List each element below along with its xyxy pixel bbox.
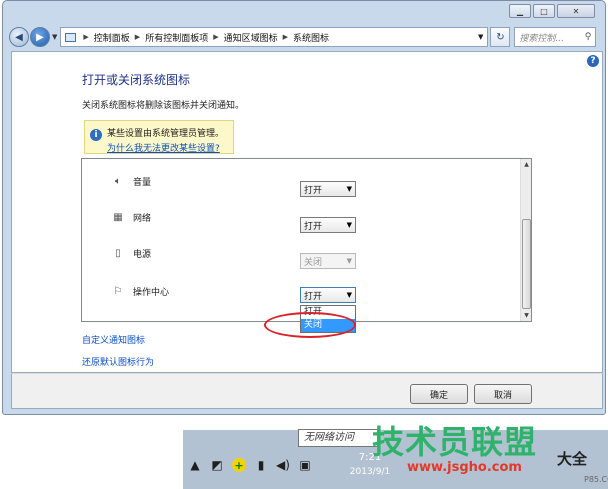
chevron-down-icon: ▼ <box>346 185 352 193</box>
list-item-label: 电源 <box>133 249 152 260</box>
display-icon[interactable]: ◩ <box>210 458 224 472</box>
address-row: ◀ ▶ ▼ ▶ 控制面板 ▶ 所有控制面板项 ▶ 通知区域图标 ▶ 系统图标 ▼… <box>9 26 601 48</box>
search-placeholder: 搜索控制... <box>519 33 564 44</box>
list-item-label: 网络 <box>133 213 152 224</box>
breadcrumb-item-control-panel[interactable]: 控制面板 <box>94 31 130 44</box>
watermark-brand: 技术员联盟 <box>372 423 538 461</box>
page-title: 打开或关闭系统图标 <box>82 73 191 87</box>
volume-behavior-select[interactable]: 打开 ▼ <box>300 181 356 197</box>
forward-button[interactable]: ▶ <box>30 27 50 47</box>
control-panel-window: ▁ □ ✕ ◀ ▶ ▼ ▶ 控制面板 ▶ 所有控制面板项 ▶ 通知区域图标 ▶ … <box>2 0 606 415</box>
list-item-label: 音量 <box>133 177 152 188</box>
network-icon[interactable]: ▣ <box>298 458 312 472</box>
control-panel-icon <box>65 32 77 42</box>
network-tooltip: 无网络访问 <box>298 429 378 447</box>
watermark-url: www.jsgho.com <box>407 460 522 475</box>
action-center-behavior-select[interactable]: 打开 ▼ <box>300 287 356 303</box>
power-behavior-select: 关闭 ▼ <box>300 253 356 269</box>
list-item-action-center: ⚐ 操作中心 <box>111 283 170 299</box>
list-item-volume: 🔈︎ 音量 <box>111 173 151 189</box>
system-icons-list: 🔈︎ 音量 打开 ▼ ▦ 网络 打开 ▼ ▯ 电源 关闭 ▼ ⚐ 操作中心 打开… <box>81 158 532 333</box>
volume-icon[interactable]: ◀) <box>276 458 290 472</box>
list-item-label: 操作中心 <box>133 287 170 298</box>
breadcrumb[interactable]: ▶ 控制面板 ▶ 所有控制面板项 ▶ 通知区域图标 ▶ 系统图标 ▼ <box>60 27 489 47</box>
scrollbar-thumb[interactable] <box>522 219 531 309</box>
network-icon: ▦ <box>113 211 123 223</box>
button-bar: 确定 取消 <box>11 373 603 409</box>
address-history-chevron-icon[interactable]: ▼ <box>478 33 483 41</box>
arrow-right-icon: ▶ <box>36 31 44 43</box>
power-icon: ▯ <box>115 247 121 259</box>
admin-notice: i 某些设置由系统管理员管理。 为什么我无法更改某些设置? <box>84 120 234 154</box>
select-value: 打开 <box>304 185 323 196</box>
arrow-left-icon: ◀ <box>15 31 23 43</box>
security-icon[interactable]: + <box>232 458 246 472</box>
select-value: 打开 <box>304 291 323 302</box>
flag-icon: ⚐ <box>113 285 123 297</box>
chevron-down-icon: ▼ <box>346 257 352 265</box>
breadcrumb-separator-icon[interactable]: ▶ <box>83 33 88 41</box>
restore-default-behavior-link[interactable]: 还原默认图标行为 <box>82 355 154 368</box>
notice-text: 某些设置由系统管理员管理。 <box>107 129 225 139</box>
show-hidden-icons-icon[interactable]: ▲ <box>188 458 202 472</box>
breadcrumb-item-system-icons[interactable]: 系统图标 <box>293 31 329 44</box>
caption-buttons: ▁ □ ✕ <box>509 4 595 18</box>
list-scrollbar[interactable]: ▲ ▼ <box>520 159 531 321</box>
help-icon[interactable]: ? <box>587 55 599 67</box>
breadcrumb-separator-icon[interactable]: ▶ <box>283 33 288 41</box>
scroll-up-icon[interactable]: ▲ <box>521 159 532 170</box>
network-behavior-select[interactable]: 打开 ▼ <box>300 217 356 233</box>
maximize-button[interactable]: □ <box>533 4 555 18</box>
annotation-ellipse <box>264 312 356 338</box>
breadcrumb-item-all-items[interactable]: 所有控制面板项 <box>145 31 208 44</box>
refresh-icon: ↻ <box>496 31 505 43</box>
notification-tray: ▲ ◩ + ▮ ◀) ▣ <box>188 458 312 472</box>
page-description: 关闭系统图标将删除该图标并关闭通知。 <box>82 101 245 111</box>
select-value: 打开 <box>304 221 323 232</box>
list-item-power: ▯ 电源 <box>111 245 151 261</box>
breadcrumb-separator-icon[interactable]: ▶ <box>135 33 140 41</box>
ok-button[interactable]: 确定 <box>410 384 468 404</box>
close-button[interactable]: ✕ <box>557 4 595 18</box>
speaker-icon: 🔈︎ <box>115 175 121 187</box>
select-value: 关闭 <box>304 257 323 268</box>
power-icon[interactable]: ▮ <box>254 458 268 472</box>
breadcrumb-item-notification-icons[interactable]: 通知区域图标 <box>224 31 278 44</box>
clock-date: 2013/9/1 <box>349 467 391 477</box>
recent-pages-chevron-icon[interactable]: ▼ <box>52 33 57 41</box>
search-icon[interactable]: ⚲ <box>585 32 592 42</box>
minimize-button[interactable]: ▁ <box>509 4 531 18</box>
breadcrumb-separator-icon[interactable]: ▶ <box>213 33 218 41</box>
chevron-down-icon: ▼ <box>346 221 352 229</box>
cancel-button[interactable]: 取消 <box>474 384 532 404</box>
scroll-down-icon[interactable]: ▼ <box>521 310 532 321</box>
info-icon: i <box>90 129 102 141</box>
watermark-side-text: 大全 <box>557 450 588 468</box>
why-cannot-change-link[interactable]: 为什么我无法更改某些设置? <box>107 141 227 154</box>
refresh-button[interactable]: ↻ <box>490 27 511 47</box>
search-input[interactable]: 搜索控制... ⚲ <box>514 27 597 47</box>
watermark-tiny-text: P85.COM <box>584 475 608 484</box>
list-item-network: ▦ 网络 <box>111 209 151 225</box>
back-button[interactable]: ◀ <box>9 27 29 47</box>
customize-notification-icons-link[interactable]: 自定义通知图标 <box>82 333 145 346</box>
chevron-down-icon: ▼ <box>346 291 352 299</box>
